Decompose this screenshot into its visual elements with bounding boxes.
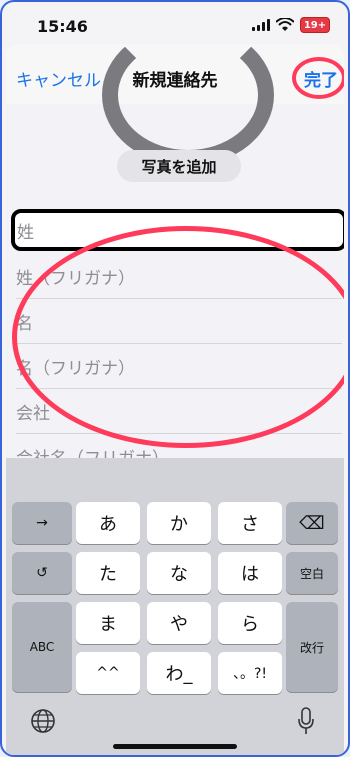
key-sa[interactable]: さ	[218, 502, 282, 544]
return-key[interactable]: 改行	[286, 602, 338, 692]
last-name-furigana-field[interactable]: 姓（フリガナ）	[16, 254, 342, 299]
backspace-key[interactable]: ⌫	[286, 502, 338, 544]
signal-icon	[252, 19, 270, 31]
key-ma[interactable]: ま	[76, 602, 140, 644]
microphone-icon[interactable]	[296, 706, 316, 736]
key-ra[interactable]: ら	[218, 602, 282, 644]
key-a[interactable]: あ	[76, 502, 140, 544]
new-contact-sheet: キャンセル 新規連絡先 完了 写真を追加 姓 姓（フリガナ） 名 名（フリガナ）…	[6, 44, 344, 755]
first-name-furigana-field[interactable]: 名（フリガナ）	[16, 344, 342, 389]
key-ta[interactable]: た	[76, 552, 140, 594]
status-time: 15:46	[37, 17, 88, 36]
last-name-field[interactable]: 姓	[11, 209, 344, 251]
key-punctuation[interactable]: 、。?!	[218, 652, 282, 694]
space-key[interactable]: 空白	[286, 552, 338, 594]
first-name-field[interactable]: 名	[16, 299, 342, 344]
status-bar: 15:46 19+	[2, 2, 348, 48]
key-wa[interactable]: わ_	[147, 652, 211, 694]
key-na[interactable]: な	[147, 552, 211, 594]
home-indicator	[113, 744, 237, 749]
done-highlight-annotation	[292, 57, 344, 99]
key-ha[interactable]: は	[218, 552, 282, 594]
next-candidate-key[interactable]: →	[12, 502, 72, 544]
wifi-icon	[276, 18, 294, 31]
contact-photo-placeholder[interactable]	[102, 44, 274, 166]
japanese-keyboard: → ↺ ABC あ か さ た な は ま や ら ^^ わ_ 、。?! ⌫ 空…	[6, 458, 344, 755]
globe-icon[interactable]	[30, 708, 56, 734]
company-field[interactable]: 会社	[16, 389, 342, 434]
battery-indicator: 19+	[300, 17, 330, 33]
key-ka[interactable]: か	[147, 502, 211, 544]
add-photo-button[interactable]: 写真を追加	[117, 150, 241, 182]
key-ya[interactable]: や	[147, 602, 211, 644]
abc-key[interactable]: ABC	[12, 602, 72, 692]
undo-key[interactable]: ↺	[12, 552, 72, 594]
status-icons: 19+	[252, 17, 330, 33]
phone-frame: 15:46 19+ キャンセル 新規連絡先 完了 写真を追加 姓 姓（フリガナ）…	[0, 0, 350, 757]
key-dakuten[interactable]: ^^	[76, 652, 140, 694]
